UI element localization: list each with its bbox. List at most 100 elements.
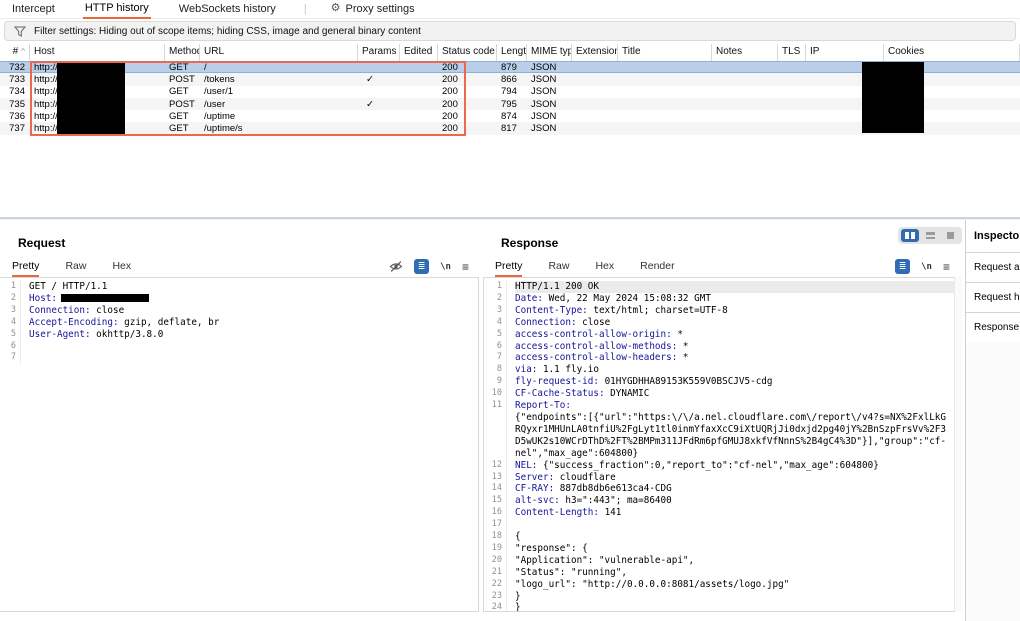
line-number: 1 xyxy=(0,281,21,293)
line-content: Accept-Encoding: gzip, deflate, br xyxy=(29,317,478,329)
newline-visibility-icon[interactable]: \n xyxy=(440,262,451,272)
response-editor[interactable]: 1HTTP/1.1 200 OK2Date: Wed, 22 May 2024 … xyxy=(483,277,962,612)
column-header-cookies[interactable]: Cookies xyxy=(884,44,1020,61)
editor-line: 4 Accept-Encoding: gzip, deflate, br xyxy=(0,317,478,329)
line-number: 14 xyxy=(484,483,507,495)
view-tab-pretty[interactable]: Pretty xyxy=(495,260,522,277)
column-header-method[interactable]: Method xyxy=(165,44,200,61)
inspector-section-request-he[interactable]: Request he xyxy=(966,283,1020,313)
header-name: access-control-allow-headers: xyxy=(515,352,677,363)
column-header-notes[interactable]: Notes xyxy=(712,44,778,61)
editor-menu-icon[interactable]: ≡ xyxy=(943,260,950,274)
host-redaction-box xyxy=(57,62,125,135)
cell-status: 200 xyxy=(438,62,497,73)
line-content: } xyxy=(515,591,961,603)
column-header-title[interactable]: Title xyxy=(618,44,712,61)
tab-http-history[interactable]: HTTP history xyxy=(83,0,151,19)
single-layout-icon[interactable] xyxy=(941,229,959,242)
editor-line: 22"logo_url": "http://0.0.0.0:8081/asset… xyxy=(484,579,961,591)
column-header-ip[interactable]: IP xyxy=(806,44,884,61)
line-number: 17 xyxy=(484,519,507,531)
cell-num: 734 xyxy=(0,86,30,97)
editor-line: 20"Application": "vulnerable-api", xyxy=(484,555,961,567)
cell-status: 200 xyxy=(438,74,497,85)
column-header-status-code[interactable]: Status code xyxy=(438,44,497,61)
syntax-highlight-icon[interactable]: ≣ xyxy=(414,259,429,274)
cell-mime: JSON xyxy=(527,86,572,97)
column-header-length[interactable]: Length xyxy=(497,44,527,61)
inspector-section-response-h[interactable]: Response h xyxy=(966,313,1020,343)
gear-icon: ⚙ xyxy=(331,3,341,14)
burp-proxy-window: InterceptHTTP historyWebSockets history|… xyxy=(0,0,1020,621)
column-header-tls[interactable]: TLS xyxy=(778,44,806,61)
line-content: access-control-allow-headers: * xyxy=(515,352,961,364)
filter-bar[interactable]: Filter settings: Hiding out of scope ite… xyxy=(4,21,1016,41)
cell-url: /tokens xyxy=(200,74,358,85)
view-tab-hex[interactable]: Hex xyxy=(112,260,131,277)
line-content: access-control-allow-origin: * xyxy=(515,329,961,341)
request-editor[interactable]: 1GET / HTTP/1.12Host:3Connection: close4… xyxy=(0,277,479,612)
line-number: 21 xyxy=(484,567,507,579)
view-tab-hex[interactable]: Hex xyxy=(595,260,614,277)
line-number: 6 xyxy=(484,341,507,353)
cell-length: 879 xyxy=(497,62,527,73)
line-content: alt-svc: h3=":443"; ma=86400 xyxy=(515,495,961,507)
line-number: 4 xyxy=(0,317,21,329)
editor-line: 10CF-Cache-Status: DYNAMIC xyxy=(484,388,961,400)
inspector-title: Inspector xyxy=(966,220,1020,253)
header-name: fly-request-id: xyxy=(515,376,599,387)
newline-visibility-icon[interactable]: \n xyxy=(921,262,932,272)
line-content: "logo_url": "http://0.0.0.0:8081/assets/… xyxy=(515,579,961,591)
columns-layout-icon[interactable] xyxy=(901,229,919,242)
line-content: CF-RAY: 887db8db6e613ca4-CDG xyxy=(515,483,961,495)
column-header--[interactable]: #^ xyxy=(0,44,30,61)
line-number: 7 xyxy=(0,352,21,364)
response-editor-icons: ≣ \n ≡ xyxy=(895,259,950,274)
column-header-mime-type[interactable]: MIME type xyxy=(527,44,572,61)
cell-method: GET xyxy=(165,86,200,97)
syntax-highlight-icon[interactable]: ≣ xyxy=(895,259,910,274)
editor-line: 1HTTP/1.1 200 OK xyxy=(484,281,961,293)
line-number: 8 xyxy=(484,364,507,376)
tab-intercept[interactable]: Intercept xyxy=(10,1,57,18)
view-tab-pretty[interactable]: Pretty xyxy=(12,260,39,277)
header-name: Date: xyxy=(515,293,543,304)
editor-line: 9fly-request-id: 01HYGDHHA89153K559V0BSC… xyxy=(484,376,961,388)
line-number: 2 xyxy=(484,293,507,305)
line-number: 6 xyxy=(0,341,21,353)
column-header-host[interactable]: Host xyxy=(30,44,165,61)
editor-line: 12NEL: {"success_fraction":0,"report_to"… xyxy=(484,460,961,472)
tab-proxy-settings[interactable]: ⚙ Proxy settings xyxy=(329,1,417,18)
view-tab-raw[interactable]: Raw xyxy=(65,260,86,277)
line-content: Content-Length: 141 xyxy=(515,507,961,519)
column-header-url[interactable]: URL xyxy=(200,44,358,61)
line-content: GET / HTTP/1.1 xyxy=(29,281,478,293)
line-content: Connection: close xyxy=(515,317,961,329)
stacked-layout-icon[interactable] xyxy=(921,229,939,242)
editor-menu-icon[interactable]: ≡ xyxy=(462,260,469,274)
request-panel: Request PrettyRawHex ≣ \n ≡ 1GET / HTTP/… xyxy=(0,218,479,621)
cell-length: 794 xyxy=(497,86,527,97)
header-name: CF-Cache-Status: xyxy=(515,388,605,399)
editor-line: 13Server: cloudflare xyxy=(484,472,961,484)
line-number: 5 xyxy=(484,329,507,341)
column-header-extension[interactable]: Extension xyxy=(572,44,618,61)
line-content xyxy=(29,352,478,364)
hide-eye-icon[interactable] xyxy=(389,260,403,273)
line-content: } xyxy=(515,602,961,612)
view-tab-raw[interactable]: Raw xyxy=(548,260,569,277)
response-scrollbar[interactable] xyxy=(954,277,962,612)
cell-num: 735 xyxy=(0,99,30,110)
line-number: 7 xyxy=(484,352,507,364)
view-tab-render[interactable]: Render xyxy=(640,260,674,277)
inspector-section-request-att[interactable]: Request att xyxy=(966,253,1020,283)
line-number: 5 xyxy=(0,329,21,341)
header-name: Report-To: xyxy=(515,400,571,411)
column-header-edited[interactable]: Edited xyxy=(400,44,438,61)
column-header-params[interactable]: Params xyxy=(358,44,400,61)
editor-line: 8via: 1.1 fly.io xyxy=(484,364,961,376)
tab-websockets-history[interactable]: WebSockets history xyxy=(177,1,278,18)
editor-line: 2Date: Wed, 22 May 2024 15:08:32 GMT xyxy=(484,293,961,305)
tab-label: Proxy settings xyxy=(346,3,415,15)
cell-method: GET xyxy=(165,62,200,73)
